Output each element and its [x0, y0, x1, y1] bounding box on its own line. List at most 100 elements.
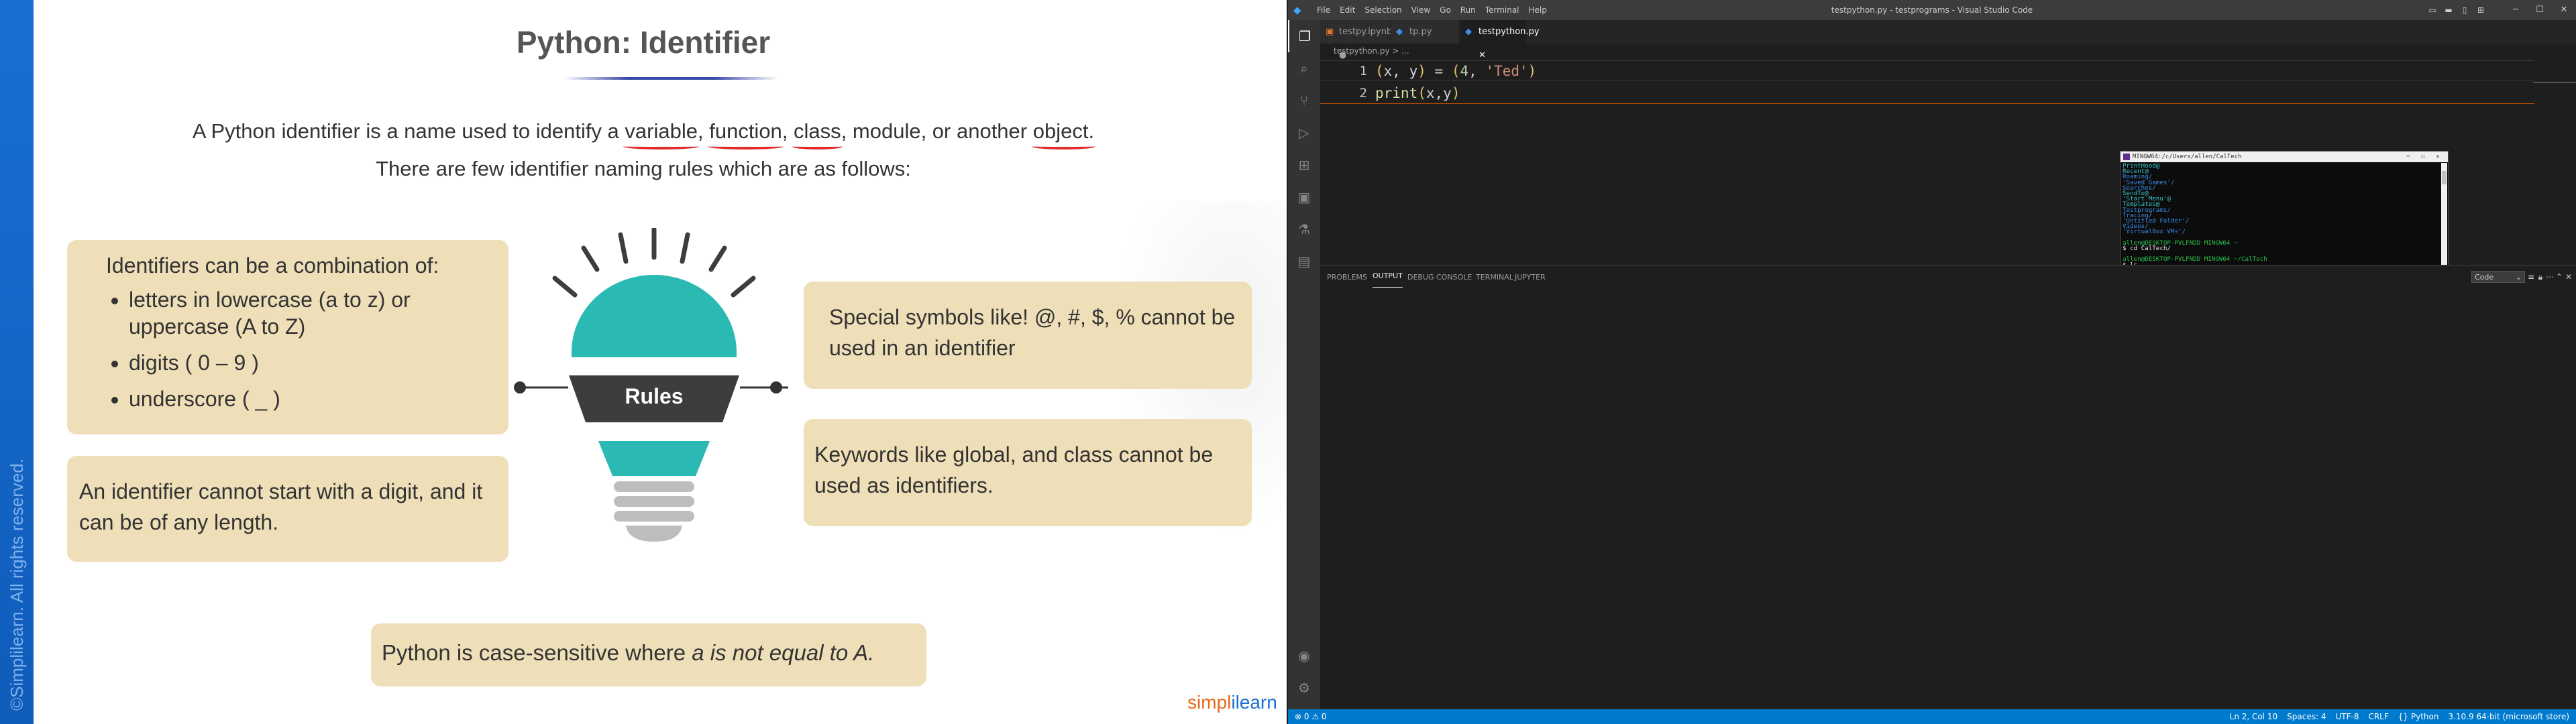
list-item: digits ( 0 – 9 )	[129, 349, 488, 376]
tab-label: testpython.py	[1479, 27, 1540, 37]
minimap[interactable]	[2533, 82, 2576, 90]
layout-controls: ▭ ▬ ▯ ⊞	[2424, 0, 2489, 20]
minimize-icon[interactable]: ─	[2401, 152, 2416, 162]
indentation[interactable]: Spaces: 4	[2287, 712, 2326, 721]
maximize-icon[interactable]: ☐	[2416, 152, 2430, 162]
terminal-line: Searches/	[2123, 184, 2156, 192]
case-sensitive-box: Python is case-sensitive where a is not …	[371, 623, 926, 686]
customize-layout-icon[interactable]: ⊞	[2473, 0, 2489, 20]
menu-help[interactable]: Help	[1524, 0, 1552, 20]
tab-jupyter[interactable]: JUPYTER	[1515, 265, 1546, 289]
more-actions-icon[interactable]: ⋯	[2545, 265, 2555, 289]
python-icon: ◆	[1396, 27, 1403, 37]
menu-edit[interactable]: Edit	[1335, 0, 1360, 20]
toggle-secondary-sidebar-icon[interactable]: ▯	[2457, 0, 2473, 20]
code-text: (x, y) = (4, 'Ted')	[1375, 63, 1537, 79]
word-class: class	[794, 119, 841, 143]
encoding[interactable]: UTF-8	[2335, 712, 2359, 721]
intro-text: , module, or another	[841, 119, 1033, 143]
case-sensitive-example: a is not equal to A.	[692, 640, 875, 665]
slide-title: Python: Identifier	[516, 25, 771, 60]
tab-testpython-py[interactable]: ◆ testpython.py ✕	[1460, 20, 1540, 60]
lock-icon[interactable]: 🔒︎	[2536, 265, 2545, 289]
menu-view[interactable]: View	[1407, 0, 1435, 20]
clear-output-icon[interactable]: ≡	[2526, 265, 2536, 289]
settings-gear-icon[interactable]: ⚙	[1288, 672, 1320, 704]
rule-box-combination: Identifiers can be a combination of: let…	[67, 240, 508, 434]
language-mode[interactable]: {} Python	[2398, 712, 2439, 721]
menu-go[interactable]: Go	[1435, 0, 1456, 20]
terminal-line: 'Saved Games'/	[2123, 178, 2175, 186]
word-object: object.	[1032, 119, 1095, 143]
breadcrumb[interactable]: testpython.py > ...	[1320, 44, 1409, 58]
close-icon[interactable]: ✕	[2430, 152, 2445, 162]
rule-box-keywords: Keywords like global, and class cannot b…	[804, 419, 1252, 526]
code-line[interactable]: 2 print(x,y)	[1320, 83, 2534, 104]
intro-separator: ,	[782, 119, 794, 143]
source-control-icon[interactable]: ⑂	[1288, 84, 1320, 117]
terminal-line: SendTo@	[2123, 190, 2149, 198]
terminal-line: allen@DESKTOP-PVLFNDD MINGW64 ~/CalTech	[2123, 255, 2267, 263]
close-icon[interactable]: ✕	[2552, 0, 2576, 20]
rule-box-special-symbols: Special symbols like! @, #, $, % cannot …	[804, 282, 1252, 389]
intro-subtitle: There are few identifier naming rules wh…	[376, 157, 911, 180]
presentation-slide: ©Simplilearn. All rights reserved. Pytho…	[0, 0, 1287, 724]
panel-actions: ≡ 🔒︎ ⋯ ⌃ ✕	[2526, 265, 2573, 289]
scrollbar-thumb[interactable]	[2442, 171, 2447, 184]
maximize-panel-icon[interactable]: ⌃	[2555, 265, 2564, 289]
rule-list: letters in lowercase (a to z) or upperca…	[87, 286, 488, 412]
mingw-icon	[2123, 154, 2130, 160]
menu-selection[interactable]: Selection	[1360, 0, 1406, 20]
terminal-line: 'VirtualBox VMs'/	[2123, 228, 2186, 236]
tab-problems[interactable]: PROBLEMS	[1327, 265, 1367, 289]
menu-terminal[interactable]: Terminal	[1481, 0, 1524, 20]
rules-label: Rules	[625, 384, 684, 408]
menu-file[interactable]: File	[1312, 0, 1335, 20]
title-underline	[564, 77, 778, 80]
terminal-line: 'Untitled Folder'/	[2123, 217, 2190, 225]
problems-status[interactable]: ⊗ 0 ⚠ 0	[1295, 709, 1327, 724]
search-icon[interactable]: ⌕	[1288, 52, 1320, 84]
maximize-icon[interactable]: ☐	[2528, 0, 2552, 20]
remote-explorer-icon[interactable]: ▣	[1288, 181, 1320, 213]
jupyter-icon[interactable]: ▤	[1288, 245, 1320, 278]
output-channel-select[interactable]: Code ⌄	[2471, 271, 2525, 283]
vscode-window: ◆ File Edit Selection View Go Run Terminal Help…	[1288, 0, 2576, 724]
menu-run[interactable]: Run	[1456, 0, 1481, 20]
tab-testpy-ipynb[interactable]: ▣ testpy.ipynb ●	[1320, 20, 1393, 60]
status-bar: ⊗ 0 ⚠ 0 Ln 2, Col 10 Spaces: 4 UTF-8 CRLF {}…	[1288, 709, 2576, 724]
tab-debug-console[interactable]: DEBUG CONSOLE	[1407, 265, 1472, 289]
toggle-sidebar-icon[interactable]: ▭	[2424, 0, 2440, 20]
run-debug-icon[interactable]: ▷	[1288, 117, 1320, 149]
line-ending[interactable]: CRLF	[2368, 712, 2388, 721]
extensions-icon[interactable]: ⊞	[1288, 149, 1320, 181]
tab-output[interactable]: OUTPUT	[1373, 265, 1403, 288]
logo-text: simpl	[1187, 692, 1232, 713]
status-right-items: Ln 2, Col 10 Spaces: 4 UTF-8 CRLF {} Python 3…	[2220, 709, 2569, 724]
minimize-icon[interactable]: ─	[2504, 0, 2528, 20]
rule-box-heading: Identifiers can be a combination of:	[106, 253, 439, 278]
tab-tp-py[interactable]: ◆ tp.py	[1391, 20, 1459, 44]
rule-box-start-digit: An identifier cannot start with a digit,…	[67, 456, 508, 562]
terminal-title-bar[interactable]: MINGW64:/c/Users/allen/CalTech ─ ☐ ✕	[2121, 152, 2448, 162]
tab-label: tp.py	[1409, 27, 1432, 37]
terminal-line: allen@DESKTOP-PVLFNDD MINGW64 ~	[2123, 239, 2238, 247]
explorer-icon[interactable]: ❐	[1288, 20, 1320, 52]
code-line[interactable]: 1 (x, y) = (4, 'Ted')	[1320, 60, 2534, 80]
testing-icon[interactable]: ⚗	[1288, 213, 1320, 245]
account-icon[interactable]: ◉	[1288, 640, 1320, 672]
toggle-panel-icon[interactable]: ▬	[2440, 0, 2457, 20]
tab-label: testpy.ipynb	[1339, 27, 1393, 37]
copyright-text: ©Simplilearn. All rights reserved.	[7, 458, 27, 711]
tab-terminal[interactable]: TERMINAL	[1476, 265, 1513, 289]
word-variable: variable	[625, 119, 698, 143]
line-number: 1	[1359, 64, 1367, 78]
bottom-panel: PROBLEMS OUTPUT DEBUG CONSOLE TERMINAL J…	[1320, 265, 2576, 710]
close-panel-icon[interactable]: ✕	[2564, 265, 2573, 289]
terminal-line: Templates@	[2123, 200, 2160, 208]
select-value: Code	[2475, 273, 2494, 282]
cursor-position[interactable]: Ln 2, Col 10	[2230, 712, 2278, 721]
terminal-line: PrintHood@	[2123, 162, 2160, 170]
python-interpreter[interactable]: 3.10.9 64-bit (microsoft store)	[2448, 712, 2569, 721]
editor-tabs: ▣ testpy.ipynb ● ◆ tp.py ◆ testpython.py ✕	[1320, 20, 2576, 60]
